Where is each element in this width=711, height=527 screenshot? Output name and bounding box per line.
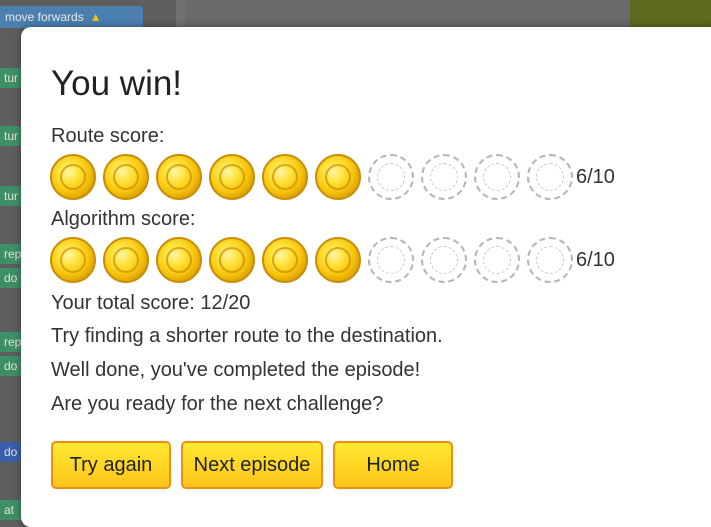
route-coin-earned-icon [262,154,308,200]
move-forwards-block-label: move forwards [5,10,84,24]
algorithm-coin-earned-icon [315,237,361,283]
route-score-coins: 6/10 [50,151,615,203]
algorithm-coin-earned-icon [262,237,308,283]
algorithm-coin-earned-icon [103,237,149,283]
turn-block-label: tur [4,129,19,143]
route-coin-empty-icon [527,154,573,200]
algorithm-coin-empty-icon [527,237,573,283]
next-challenge-prompt: Are you ready for the next challenge? [51,393,384,415]
at-block-label: at [4,503,15,517]
algorithm-coin-empty-icon [474,237,520,283]
repeat-block-label: rep [4,247,22,261]
route-score-value: 6/10 [576,165,615,188]
completion-message: Well done, you've completed the episode! [51,359,421,381]
do-block-label: do [4,271,18,285]
try-again-button[interactable]: Try again [51,441,171,489]
dialog-title: You win! [51,64,183,103]
do-block-label: do [4,359,18,373]
algorithm-coin-empty-icon [368,237,414,283]
home-button[interactable]: Home [333,441,453,489]
total-score: Your total score: 12/20 [51,292,251,314]
route-coin-empty-icon [474,154,520,200]
route-coin-earned-icon [156,154,202,200]
algorithm-coin-empty-icon [421,237,467,283]
win-dialog: You win! Route score: 6/10 Algorithm sco… [21,27,711,527]
route-score-label: Route score: [51,125,165,147]
turn-block-label: tur [4,189,19,203]
route-coin-earned-icon [50,154,96,200]
algorithm-score-label: Algorithm score: [51,208,196,230]
algorithm-coin-earned-icon [156,237,202,283]
do-block-label: do [4,445,18,459]
algorithm-score-value: 6/10 [576,248,615,271]
algorithm-score-coins: 6/10 [50,234,615,286]
turn-block-label: tur [4,71,19,85]
next-episode-button[interactable]: Next episode [181,441,323,489]
route-coin-empty-icon [368,154,414,200]
route-coin-empty-icon [421,154,467,200]
route-coin-earned-icon [103,154,149,200]
repeat-block-label: rep [4,335,22,349]
game-view-panel [630,0,711,30]
algorithm-coin-earned-icon [50,237,96,283]
move-forwards-block[interactable]: move forwards ▲ [0,6,143,28]
hint-message: Try finding a shorter route to the desti… [51,325,443,347]
route-coin-earned-icon [315,154,361,200]
up-arrow-icon: ▲ [89,10,102,24]
algorithm-coin-earned-icon [209,237,255,283]
route-coin-earned-icon [209,154,255,200]
